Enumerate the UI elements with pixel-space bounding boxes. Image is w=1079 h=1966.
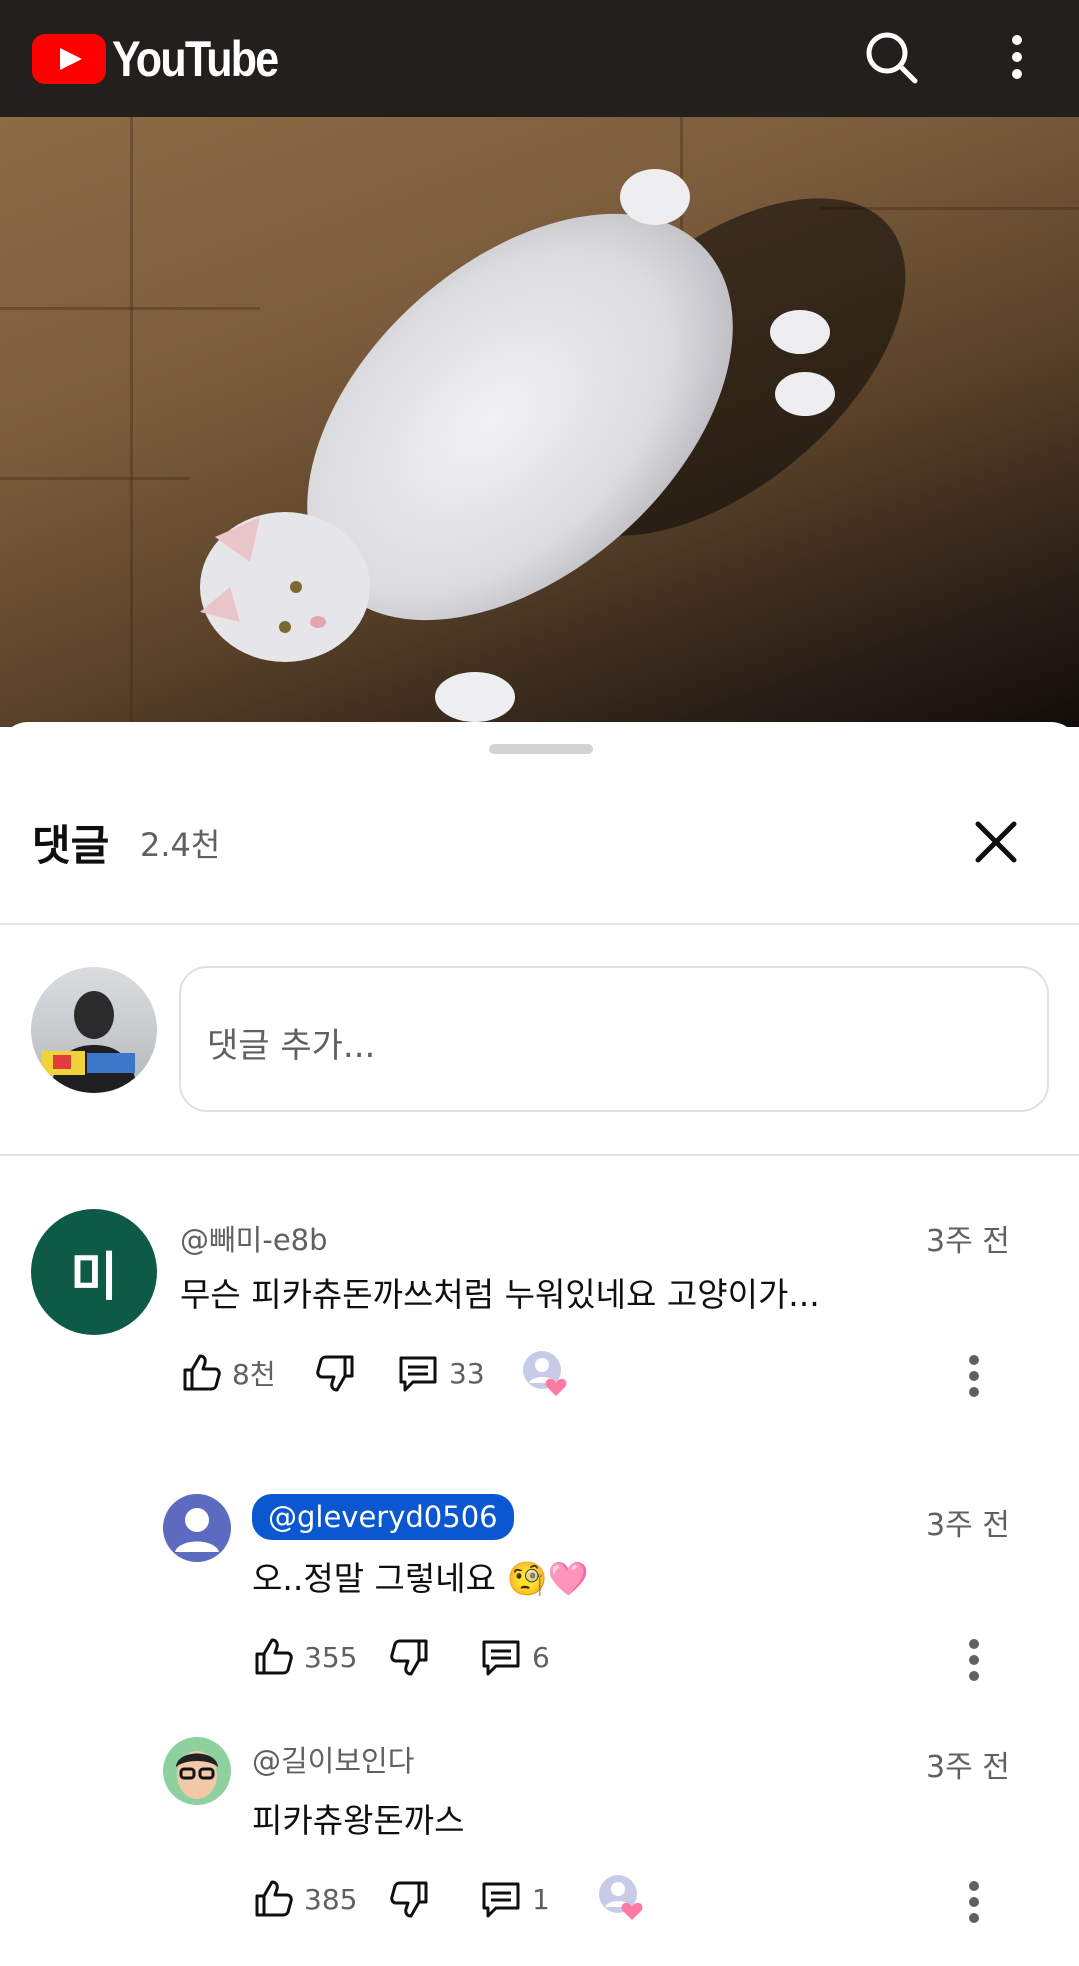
like-count: 385 bbox=[304, 1882, 358, 1916]
top-app-bar: YouTube bbox=[0, 0, 1079, 117]
divider bbox=[0, 923, 1079, 925]
comment-icon bbox=[399, 1356, 437, 1392]
comment-menu-icon[interactable] bbox=[950, 1636, 998, 1684]
thumb-down-icon[interactable] bbox=[312, 1349, 360, 1397]
like-button[interactable]: 355 bbox=[252, 1636, 357, 1678]
drag-handle[interactable] bbox=[489, 744, 593, 754]
comment-text: 오..정말 그렇네요 🧐🩷 bbox=[252, 1559, 589, 1598]
comment-menu-icon[interactable] bbox=[950, 1878, 998, 1926]
comment-icon bbox=[482, 1640, 520, 1676]
avatar-letter: 미 bbox=[70, 1247, 118, 1308]
like-button[interactable]: 385 bbox=[252, 1878, 357, 1920]
reply-count: 33 bbox=[449, 1356, 485, 1390]
thumb-down-icon[interactable] bbox=[386, 1875, 434, 1923]
comment-time: 3주 전 bbox=[926, 1508, 1010, 1543]
comment-text: 무슨 피카츄돈까쓰처럼 누워있네요 고양이가... bbox=[180, 1275, 820, 1314]
youtube-logo[interactable]: YouTube bbox=[32, 30, 304, 88]
reply-count: 6 bbox=[532, 1640, 550, 1674]
add-comment-input[interactable]: 댓글 추가... bbox=[179, 966, 1049, 1112]
thumb-down-icon[interactable] bbox=[386, 1633, 434, 1681]
comments-sheet: 댓글 2.4천 댓글 추가... 미 @빼미-e8b 3주 전 무슨 피카츄돈까… bbox=[0, 722, 1079, 1966]
commenter-avatar[interactable]: 미 bbox=[31, 1209, 157, 1335]
more-vert-icon[interactable] bbox=[982, 22, 1052, 92]
video-player[interactable] bbox=[0, 117, 1079, 727]
my-avatar[interactable] bbox=[31, 967, 157, 1093]
comments-title: 댓글 bbox=[32, 821, 110, 870]
creator-heart-icon bbox=[522, 1350, 567, 1396]
comment-icon bbox=[482, 1882, 520, 1918]
reply-author-mention[interactable]: @gleveryd0506 bbox=[252, 1494, 514, 1540]
search-icon[interactable] bbox=[856, 22, 926, 92]
comment-menu-icon[interactable] bbox=[950, 1352, 998, 1400]
like-count: 8천 bbox=[232, 1358, 276, 1391]
cat-thumbnail-image bbox=[200, 169, 906, 722]
comment-time: 3주 전 bbox=[926, 1750, 1010, 1785]
logo-text: YouTube bbox=[112, 31, 279, 87]
creator-heart-icon bbox=[598, 1874, 643, 1920]
comment-text: 피카츄왕돈까스 bbox=[252, 1801, 465, 1840]
close-icon[interactable] bbox=[966, 812, 1026, 872]
reply-button[interactable]: 33 bbox=[397, 1352, 485, 1394]
thumb-up-icon bbox=[255, 1880, 293, 1917]
thumb-up-icon bbox=[255, 1638, 293, 1675]
thumb-up-icon bbox=[183, 1354, 221, 1391]
comment-author[interactable]: @빼미-e8b bbox=[180, 1217, 328, 1259]
reply-avatar[interactable] bbox=[163, 1494, 231, 1562]
reply-count: 1 bbox=[532, 1882, 550, 1916]
like-count: 355 bbox=[304, 1640, 358, 1674]
reply-button[interactable]: 6 bbox=[480, 1636, 550, 1678]
comments-count: 2.4천 bbox=[140, 826, 221, 864]
comment-author[interactable]: @길이보인다 bbox=[252, 1738, 414, 1780]
reply-button[interactable]: 1 bbox=[480, 1878, 550, 1920]
youtube-play-icon bbox=[32, 34, 106, 84]
like-button[interactable]: 8천 bbox=[180, 1352, 276, 1394]
divider bbox=[0, 1154, 1079, 1156]
comment-time: 3주 전 bbox=[926, 1224, 1010, 1259]
reply-avatar[interactable] bbox=[163, 1737, 231, 1805]
